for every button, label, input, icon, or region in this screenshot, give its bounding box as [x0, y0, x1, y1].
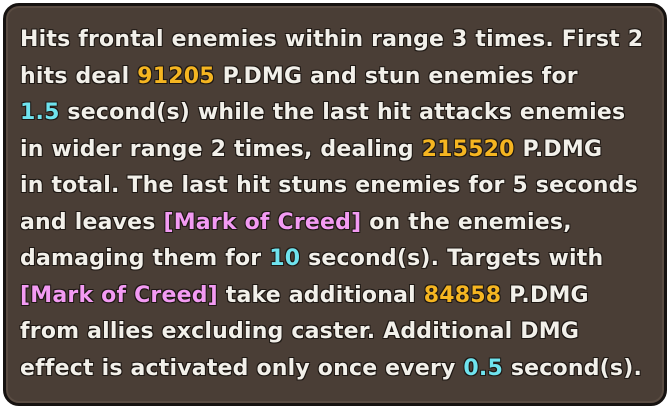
damage-value: 91205: [137, 63, 215, 89]
text-segment: second(s) while the last hit attacks ene…: [59, 100, 626, 125]
text-segment: P.DMG: [501, 282, 589, 308]
text-segment: and leaves: [20, 209, 164, 235]
text-segment: from allies excluding caster. Additional…: [20, 319, 580, 344]
description-line-9: from allies excluding caster. Additional…: [20, 314, 646, 351]
text-segment: hits deal: [20, 63, 138, 89]
description-line-4: in wider range 2 times, dealing 215520 P…: [20, 132, 646, 169]
description-line-1: Hits frontal enemies within range 3 time…: [20, 22, 646, 59]
text-segment: in total. The last hit stuns enemies for…: [20, 173, 638, 198]
description-line-2: hits deal 91205 P.DMG and stun enemies f…: [20, 59, 646, 96]
text-segment: damaging them for: [20, 246, 270, 271]
damage-value: 84858: [423, 282, 502, 308]
description-line-7: damaging them for 10 second(s). Targets …: [20, 241, 646, 278]
text-segment: take additional: [217, 282, 424, 308]
text-segment: second(s).: [503, 355, 643, 381]
duration-value: 1.5: [20, 100, 60, 125]
text-segment: P.DMG and stun enemies for: [214, 63, 578, 89]
skill-description: Hits frontal enemies within range 3 time…: [20, 22, 646, 387]
text-segment: effect is activated only once every: [20, 355, 464, 381]
text-segment: on the enemies,: [361, 209, 572, 235]
text-segment: second(s). Targets with: [300, 246, 604, 271]
mark-keyword: [Mark of Creed]: [20, 282, 218, 308]
mark-keyword: [Mark of Creed]: [163, 209, 362, 235]
text-segment: P.DMG: [514, 136, 603, 162]
description-line-3: 1.5 second(s) while the last hit attacks…: [20, 95, 646, 132]
description-line-10: effect is activated only once every 0.5 …: [20, 351, 646, 388]
skill-tooltip-panel: Hits frontal enemies within range 3 time…: [3, 3, 667, 406]
description-line-8: [Mark of Creed] take additional 84858 P.…: [20, 278, 646, 315]
text-segment: Hits frontal enemies within range 3 time…: [20, 27, 644, 52]
text-segment: in wider range 2 times, dealing: [20, 136, 422, 162]
description-line-6: and leaves [Mark of Creed] on the enemie…: [20, 205, 646, 242]
damage-value: 215520: [421, 136, 515, 162]
duration-value: 10: [269, 246, 301, 271]
description-line-5: in total. The last hit stuns enemies for…: [20, 168, 646, 205]
duration-value: 0.5: [463, 355, 503, 381]
